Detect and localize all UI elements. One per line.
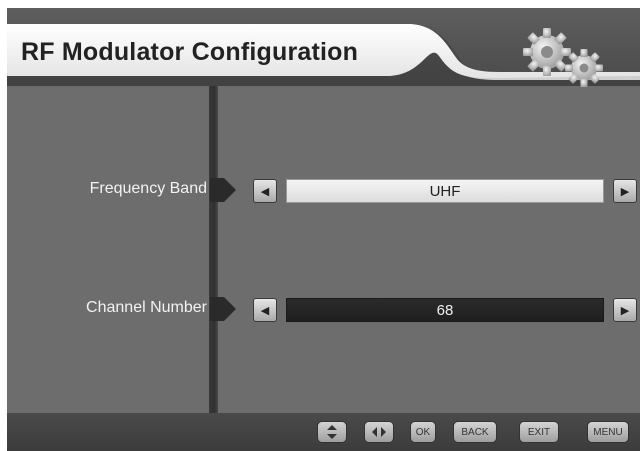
- right-arrow-icon: ▶: [620, 185, 630, 198]
- left-arrow-icon: ◀: [260, 185, 270, 198]
- channel-number-selector: ◀ 68 ▶: [253, 295, 637, 325]
- up-down-arrows-icon: [327, 425, 337, 439]
- gears-icon: [523, 28, 603, 87]
- frequency-band-value[interactable]: UHF: [286, 179, 604, 203]
- ok-key[interactable]: OK: [410, 421, 436, 443]
- footer-key-bar: OK BACK EXIT MENU: [7, 413, 640, 451]
- screen: RF Modulator Configuration Frequency Ban…: [7, 8, 640, 451]
- right-arrow-icon: ▶: [620, 304, 630, 317]
- left-arrow-icon: ◀: [260, 304, 270, 317]
- page-title: RF Modulator Configuration: [21, 38, 359, 66]
- up-down-key[interactable]: [317, 421, 347, 443]
- row-pointer-icon: [210, 297, 236, 321]
- channel-number-prev-button[interactable]: ◀: [253, 298, 277, 322]
- frequency-band-next-button[interactable]: ▶: [613, 179, 637, 203]
- frequency-band-label: Frequency Band: [89, 180, 207, 197]
- left-right-key[interactable]: [364, 421, 394, 443]
- channel-number-value[interactable]: 68: [286, 298, 604, 322]
- frequency-band-prev-button[interactable]: ◀: [253, 179, 277, 203]
- channel-number-label: Channel Number: [86, 299, 207, 316]
- exit-key[interactable]: EXIT: [519, 421, 559, 443]
- left-right-arrows-icon: [372, 427, 386, 437]
- selected-row-pointer-icon: [210, 178, 236, 202]
- menu-key[interactable]: MENU: [587, 421, 629, 443]
- frequency-band-selector: ◀ UHF ▶: [253, 176, 637, 206]
- back-key[interactable]: BACK: [453, 421, 497, 443]
- column-divider: [209, 86, 218, 413]
- channel-number-next-button[interactable]: ▶: [613, 298, 637, 322]
- header: RF Modulator Configuration: [7, 8, 640, 87]
